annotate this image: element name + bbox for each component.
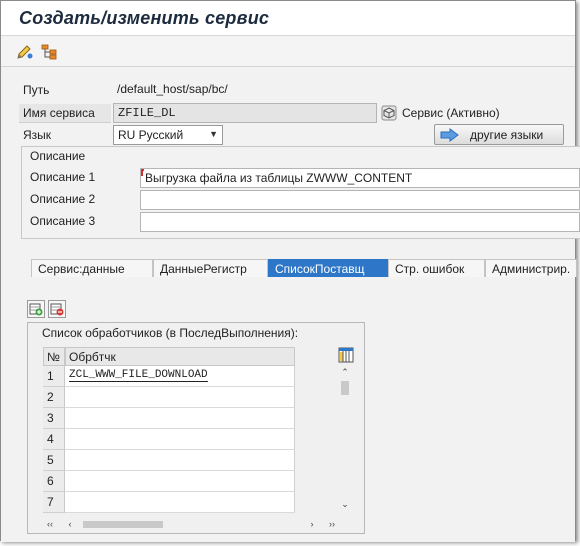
row-number: 3 (43, 408, 65, 429)
language-select[interactable]: RU Русский ▼ (113, 125, 223, 145)
scroll-first-icon[interactable]: ‹‹ (43, 517, 57, 531)
description-group: Описание Описание 1 Выгрузка файла из та… (21, 146, 580, 239)
other-languages-label: другие языки (470, 127, 544, 142)
path-label: Путь (23, 83, 50, 97)
hierarchy-icon (41, 44, 57, 60)
delete-row-button[interactable] (48, 300, 66, 318)
horizontal-scrollbar[interactable]: ‹‹ ‹ › ›› (43, 517, 361, 531)
language-label: Язык (23, 128, 52, 142)
column-header-number[interactable]: № (43, 347, 65, 366)
description-1-value: Выгрузка файла из таблицы ZWWW_CONTENT (145, 171, 413, 185)
row-number: 6 (43, 471, 65, 492)
edit-pencil-icon (17, 45, 33, 59)
arrow-right-icon (440, 127, 459, 142)
row-number: 5 (43, 450, 65, 471)
description-1-label: Описание 1 (30, 170, 96, 184)
handler-cell[interactable] (65, 408, 295, 429)
column-header-handler[interactable]: Обрбтчк (65, 347, 295, 366)
vertical-scroll-thumb[interactable] (341, 381, 349, 395)
description-3-label: Описание 3 (30, 214, 96, 228)
page-title: Создать/изменить сервис (19, 8, 270, 28)
scroll-right-icon[interactable]: › (305, 517, 319, 531)
handler-cell[interactable] (65, 429, 295, 450)
scroll-left-icon[interactable]: ‹ (63, 517, 77, 531)
service-name-label: Имя сервиса (19, 104, 111, 123)
tab-service-data[interactable]: Сервис:данные (31, 259, 153, 277)
handler-table: Список обработчиков (в ПоследВыполнения)… (27, 322, 365, 534)
header-form: Путь /default_host/sap/bc/ Имя сервиса Z… (1, 69, 580, 249)
tab-error-pages[interactable]: Стр. ошибок (388, 259, 485, 277)
column-layout-icon (338, 347, 354, 363)
handler-cell[interactable] (65, 387, 295, 408)
delete-row-icon (50, 303, 64, 316)
handler-cell[interactable]: ZCL_WWW_FILE_DOWNLOAD (65, 366, 295, 387)
scroll-last-icon[interactable]: ›› (325, 517, 339, 531)
path-value: /default_host/sap/bc/ (117, 82, 228, 96)
description-1-input[interactable]: Выгрузка файла из таблицы ZWWW_CONTENT (140, 168, 580, 188)
scroll-down-icon[interactable]: ⌄ (338, 497, 352, 511)
insert-row-button[interactable] (27, 300, 45, 318)
handler-link[interactable]: ZCL_WWW_FILE_DOWNLOAD (69, 369, 208, 382)
service-status-icon (381, 105, 397, 121)
row-number: 4 (43, 429, 65, 450)
service-name-field[interactable]: ZFILE_DL (113, 103, 377, 123)
language-select-value: RU Русский (118, 128, 184, 142)
description-2-input[interactable] (140, 190, 580, 210)
hierarchy-button[interactable] (39, 43, 59, 61)
row-number: 1 (43, 366, 65, 387)
edit-button[interactable] (15, 43, 35, 61)
service-status-text: Сервис (Активно) (402, 106, 500, 120)
handler-table-caption: Список обработчиков (в ПоследВыполнения)… (42, 326, 299, 340)
sap-window: Создать/изменить сервис Путь /default_ho… (0, 0, 580, 542)
application-toolbar (1, 37, 575, 67)
horizontal-scroll-thumb[interactable] (83, 521, 163, 528)
scroll-up-icon[interactable]: ⌃ (338, 365, 352, 379)
tab-registration-data[interactable]: ДанныеРегистр (153, 259, 268, 277)
insert-row-icon (29, 303, 43, 316)
row-number: 2 (43, 387, 65, 408)
tab-strip: Сервис:данные ДанныеРегистр СписокПостав… (31, 259, 577, 277)
handler-cell[interactable] (65, 450, 295, 471)
vertical-scrollbar[interactable]: ⌃ ⌄ (331, 347, 361, 517)
other-languages-button[interactable]: другие языки (434, 124, 564, 145)
row-number: 7 (43, 492, 65, 513)
handler-cell[interactable] (65, 471, 295, 492)
tab-administration[interactable]: Администрир. (485, 259, 577, 277)
chevron-down-icon: ▼ (209, 129, 218, 139)
title-bar: Создать/изменить сервис (1, 1, 575, 36)
description-2-label: Описание 2 (30, 192, 96, 206)
handler-list-panel: Список обработчиков (в ПоследВыполнения)… (1, 278, 575, 542)
tab-handler-list[interactable]: СписокПоставщ (268, 259, 388, 277)
description-group-title: Описание (30, 149, 86, 163)
description-3-input[interactable] (140, 212, 580, 232)
handler-cell[interactable] (65, 492, 295, 513)
column-settings-button[interactable] (338, 347, 354, 363)
required-field-marker (141, 169, 144, 176)
